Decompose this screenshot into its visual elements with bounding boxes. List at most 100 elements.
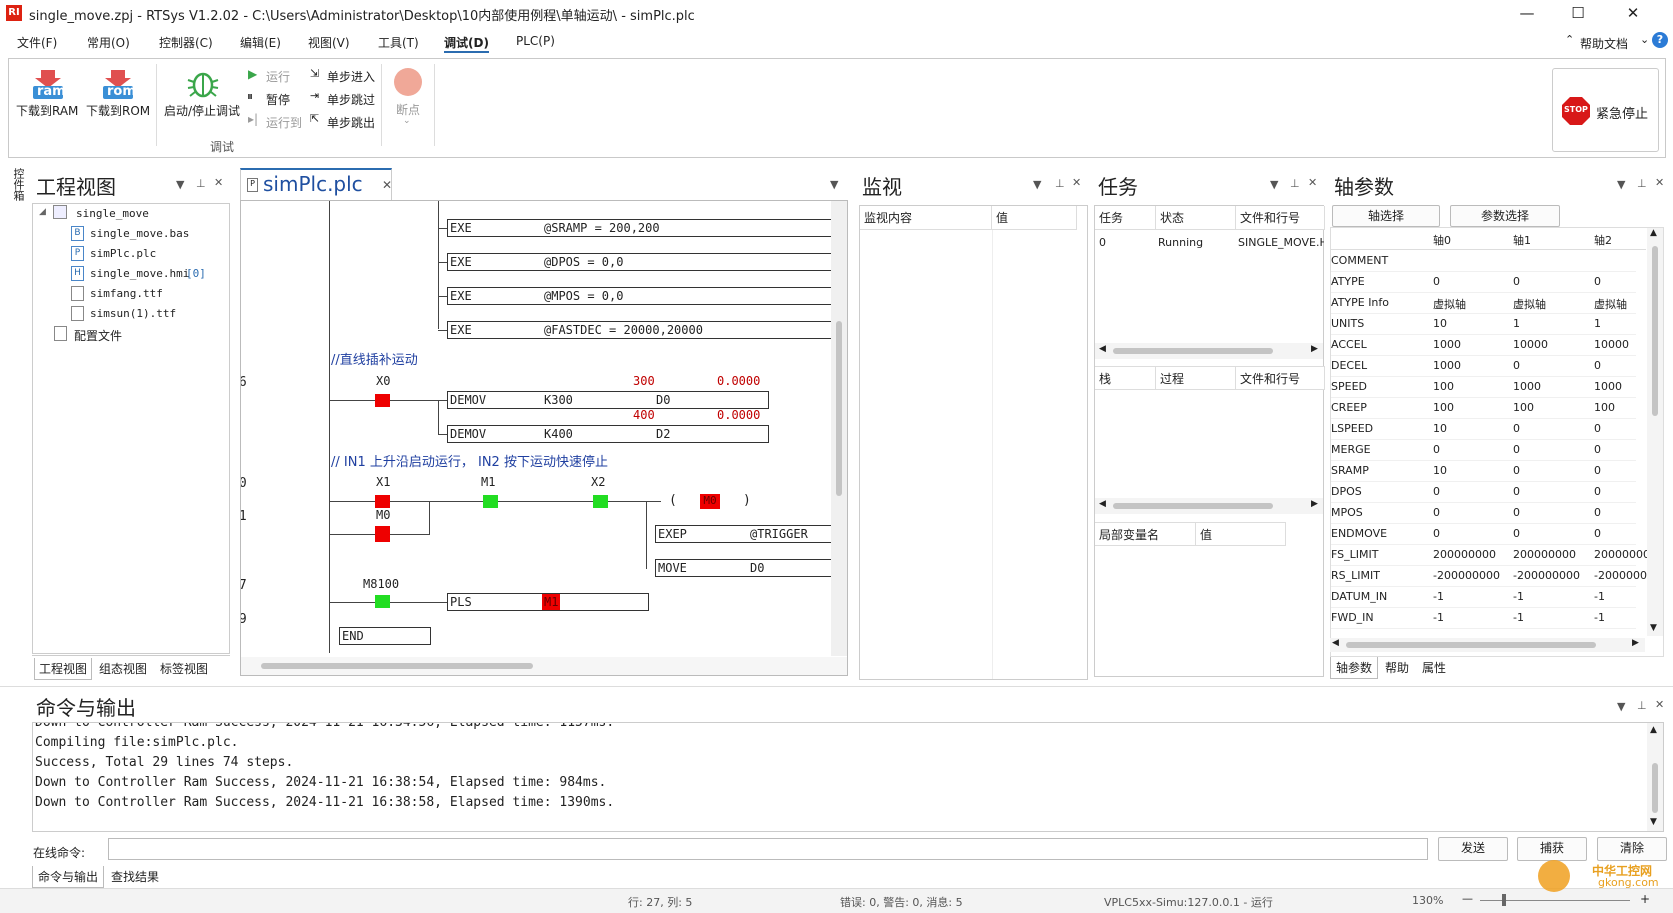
contact-x0[interactable] (375, 394, 390, 407)
pin-icon[interactable]: ⊥ (1637, 699, 1647, 712)
scroll-thumb[interactable] (261, 663, 533, 669)
param-value[interactable]: 0 (1433, 443, 1440, 456)
stack-hscrollbar[interactable]: ◀ ▶ (1095, 498, 1323, 514)
tab-config-view[interactable]: 组态视图 (99, 660, 147, 677)
pin-icon[interactable]: ⊥ (1637, 177, 1647, 190)
menu-debug[interactable]: 调试(D) (444, 34, 489, 53)
task-table[interactable]: 任务 状态 文件和行号 0 Running SINGLE_MOVE.HMI ◀ … (1094, 205, 1325, 677)
tab-search-results[interactable]: 查找结果 (111, 868, 159, 885)
menu-controller[interactable]: 控制器(C) (159, 34, 213, 51)
param-value[interactable]: 0 (1513, 275, 1520, 288)
panel-dropdown-icon[interactable]: ▼ (1617, 700, 1625, 713)
tab-project-view[interactable]: 工程视图 (34, 658, 93, 680)
param-value[interactable]: 0 (1433, 506, 1440, 519)
param-value[interactable]: 0 (1433, 275, 1440, 288)
axis-param-row[interactable]: DPOS 0 0 0 (1331, 483, 1636, 503)
param-value[interactable]: 10 (1433, 317, 1447, 330)
axis-param-row[interactable]: RS_LIMIT -200000000 -200000000 -200000000 (1331, 567, 1661, 587)
panel-dropdown-icon[interactable]: ▼ (1617, 178, 1625, 191)
axis-param-row[interactable]: CREEP 100 100 100 (1331, 399, 1636, 419)
param-value[interactable]: 0 (1513, 506, 1520, 519)
close-icon[interactable]: ✕ (382, 178, 392, 192)
tree-item[interactable]: single_move.bas (90, 227, 189, 240)
param-value[interactable]: -1 (1513, 590, 1524, 603)
tab-axis-params[interactable]: 轴参数 (1330, 657, 1379, 679)
param-value[interactable]: -1 (1594, 590, 1605, 603)
axis-param-row[interactable]: FWD_IN -1 -1 -1 (1331, 609, 1636, 629)
close-icon[interactable]: ✕ (1308, 176, 1317, 189)
param-value[interactable]: 100 (1594, 401, 1615, 414)
param-value[interactable]: 1000 (1513, 380, 1541, 393)
param-value[interactable]: -200000000 (1433, 569, 1500, 582)
param-value[interactable]: 0 (1433, 485, 1440, 498)
capture-button[interactable]: 捕获 (1517, 837, 1587, 861)
close-icon[interactable]: ✕ (1072, 176, 1081, 189)
start-stop-debug-button[interactable]: 启动/停止调试 (164, 102, 240, 119)
param-value[interactable]: 0 (1594, 443, 1601, 456)
param-value[interactable]: 100 (1433, 380, 1454, 393)
param-value[interactable]: -1 (1513, 611, 1524, 624)
chevron-down-icon[interactable]: ⌄ (1640, 33, 1649, 46)
scroll-up-icon[interactable]: ▲ (1650, 228, 1657, 238)
scroll-up-icon[interactable]: ▲ (1650, 725, 1657, 735)
menu-plc[interactable]: PLC(P) (516, 34, 555, 48)
send-button[interactable]: 发送 (1438, 837, 1508, 861)
move-box[interactable]: MOVE D0 (655, 559, 847, 577)
scroll-left-icon[interactable]: ◀ (1099, 499, 1106, 509)
param-value[interactable]: 1000 (1433, 338, 1461, 351)
tree-item[interactable]: simsun(1).ttf (90, 307, 176, 320)
help-docs-link[interactable]: 帮助文档 (1580, 35, 1628, 52)
param-value[interactable]: 10 (1433, 422, 1447, 435)
tab-command-output[interactable]: 命令与输出 (32, 866, 105, 888)
demov-box[interactable]: DEMOV K300 D0 (447, 391, 769, 409)
menu-view[interactable]: 视图(V) (308, 34, 350, 51)
axis-param-row[interactable]: ACCEL 1000 10000 10000 (1331, 336, 1636, 356)
coil-m0[interactable]: M0 (700, 494, 720, 509)
clear-button[interactable]: 清除 (1597, 837, 1667, 861)
end-box[interactable]: END (339, 627, 431, 645)
scroll-left-icon[interactable]: ◀ (1332, 638, 1339, 648)
param-value[interactable]: 0 (1513, 359, 1520, 372)
tree-item-config[interactable]: 配置文件 (74, 327, 122, 344)
editor-vscrollbar[interactable] (831, 201, 847, 656)
param-value[interactable]: 200000000 (1513, 548, 1576, 561)
param-value[interactable]: 200000000 (1433, 548, 1496, 561)
axis-vscrollbar[interactable]: ▲ ▼ (1647, 228, 1663, 636)
axis-param-row[interactable]: SPEED 100 1000 1000 (1331, 378, 1636, 398)
param-value[interactable]: 0 (1433, 527, 1440, 540)
online-command-input[interactable] (108, 838, 1428, 860)
zoom-in-button[interactable]: + (1640, 892, 1650, 906)
exe-box[interactable]: EXE @SRAMP = 200,200 (447, 219, 847, 237)
tree-collapse-icon[interactable]: ◢ (39, 207, 46, 217)
zoom-out-button[interactable]: — (1462, 892, 1473, 905)
contact-x2[interactable] (593, 495, 608, 508)
exe-box[interactable]: EXE @MPOS = 0,0 (447, 287, 847, 305)
axis-param-row[interactable]: MPOS 0 0 0 (1331, 504, 1636, 524)
scroll-right-icon[interactable]: ▶ (1311, 344, 1318, 354)
param-value[interactable]: -1 (1433, 590, 1444, 603)
scroll-thumb[interactable] (1652, 246, 1658, 416)
monitor-table[interactable]: 监视内容 值 (859, 205, 1088, 680)
emergency-stop-button[interactable]: STOP 紧急停止 (1552, 68, 1659, 152)
demov-box[interactable]: DEMOV K400 D2 (447, 425, 769, 443)
scroll-thumb[interactable] (1652, 763, 1658, 813)
close-button[interactable]: ✕ (1610, 0, 1656, 28)
step-over-button[interactable]: 单步跳过 (327, 91, 375, 108)
editor-hscrollbar[interactable] (241, 657, 847, 675)
param-value[interactable]: 1000 (1433, 359, 1461, 372)
param-value[interactable]: 0 (1594, 527, 1601, 540)
output-vscrollbar[interactable]: ▲ ▼ (1647, 723, 1663, 831)
param-value[interactable]: 0 (1513, 443, 1520, 456)
scroll-right-icon[interactable]: ▶ (1632, 638, 1639, 648)
param-value[interactable]: 1000 (1594, 380, 1622, 393)
param-value[interactable]: 0 (1594, 485, 1601, 498)
pin-icon[interactable]: ⊥ (1055, 177, 1065, 190)
param-value[interactable]: 0 (1513, 527, 1520, 540)
axis-param-row[interactable]: COMMENT (1331, 252, 1636, 272)
param-select-button[interactable]: 参数选择 (1450, 205, 1560, 227)
axis-param-row[interactable]: ATYPE Info 虚拟轴 虚拟轴 虚拟轴 (1331, 294, 1636, 314)
exep-box[interactable]: EXEP @TRIGGER (655, 525, 847, 543)
axis-param-row[interactable]: MERGE 0 0 0 (1331, 441, 1636, 461)
close-icon[interactable]: ✕ (1655, 698, 1664, 711)
tab-label-view[interactable]: 标签视图 (160, 660, 208, 677)
